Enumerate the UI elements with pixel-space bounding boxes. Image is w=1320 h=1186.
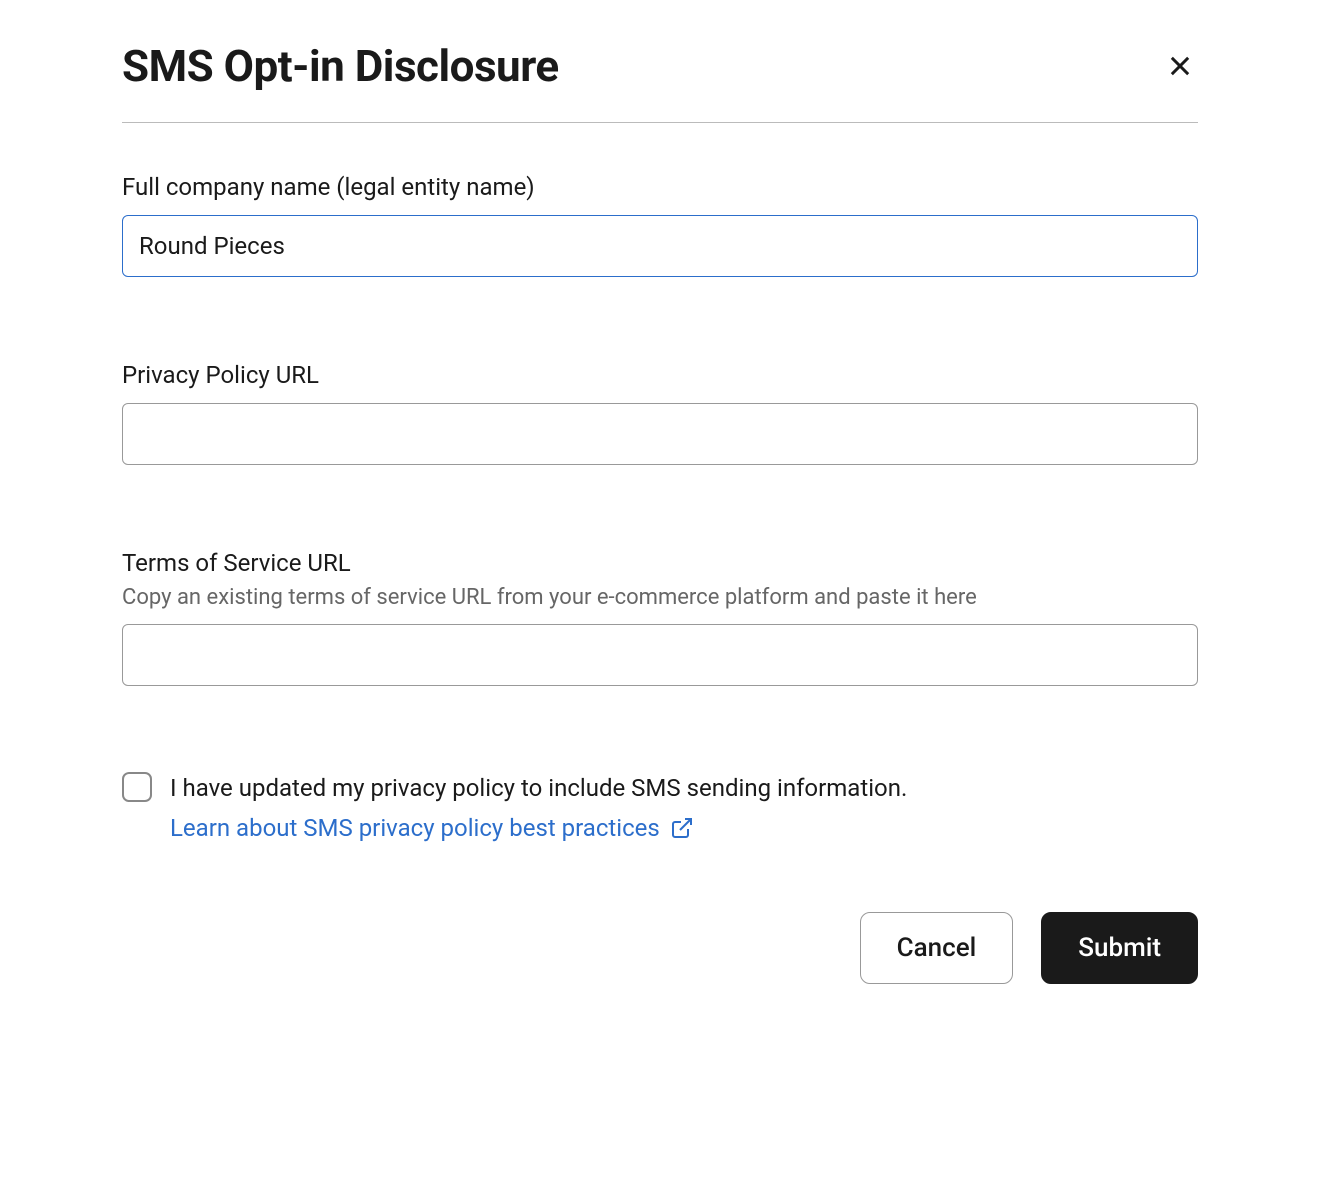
privacy-url-input[interactable] <box>122 403 1198 465</box>
close-button[interactable] <box>1162 48 1198 84</box>
consent-text-block: I have updated my privacy policy to incl… <box>170 770 907 842</box>
modal-header: SMS Opt-in Disclosure <box>122 40 1198 123</box>
sms-optin-modal: SMS Opt-in Disclosure Full company name … <box>122 40 1198 984</box>
learn-more-text: Learn about SMS privacy policy best prac… <box>170 814 660 842</box>
privacy-url-label: Privacy Policy URL <box>122 361 1198 389</box>
close-icon <box>1166 52 1194 80</box>
submit-button[interactable]: Submit <box>1041 912 1198 984</box>
company-name-field-group: Full company name (legal entity name) <box>122 173 1198 277</box>
modal-title: SMS Opt-in Disclosure <box>122 40 559 92</box>
button-row: Cancel Submit <box>122 912 1198 984</box>
terms-url-label: Terms of Service URL <box>122 549 1198 577</box>
form-section: Full company name (legal entity name) Pr… <box>122 173 1198 984</box>
terms-url-helper: Copy an existing terms of service URL fr… <box>122 585 1198 610</box>
consent-label: I have updated my privacy policy to incl… <box>170 770 907 806</box>
terms-url-field-group: Terms of Service URL Copy an existing te… <box>122 549 1198 686</box>
company-name-label: Full company name (legal entity name) <box>122 173 1198 201</box>
external-link-icon <box>670 816 694 840</box>
cancel-button[interactable]: Cancel <box>860 912 1014 984</box>
company-name-input[interactable] <box>122 215 1198 277</box>
privacy-url-field-group: Privacy Policy URL <box>122 361 1198 465</box>
consent-checkbox[interactable] <box>122 772 152 802</box>
learn-more-link[interactable]: Learn about SMS privacy policy best prac… <box>170 814 694 842</box>
terms-url-input[interactable] <box>122 624 1198 686</box>
consent-checkbox-row: I have updated my privacy policy to incl… <box>122 770 1198 842</box>
